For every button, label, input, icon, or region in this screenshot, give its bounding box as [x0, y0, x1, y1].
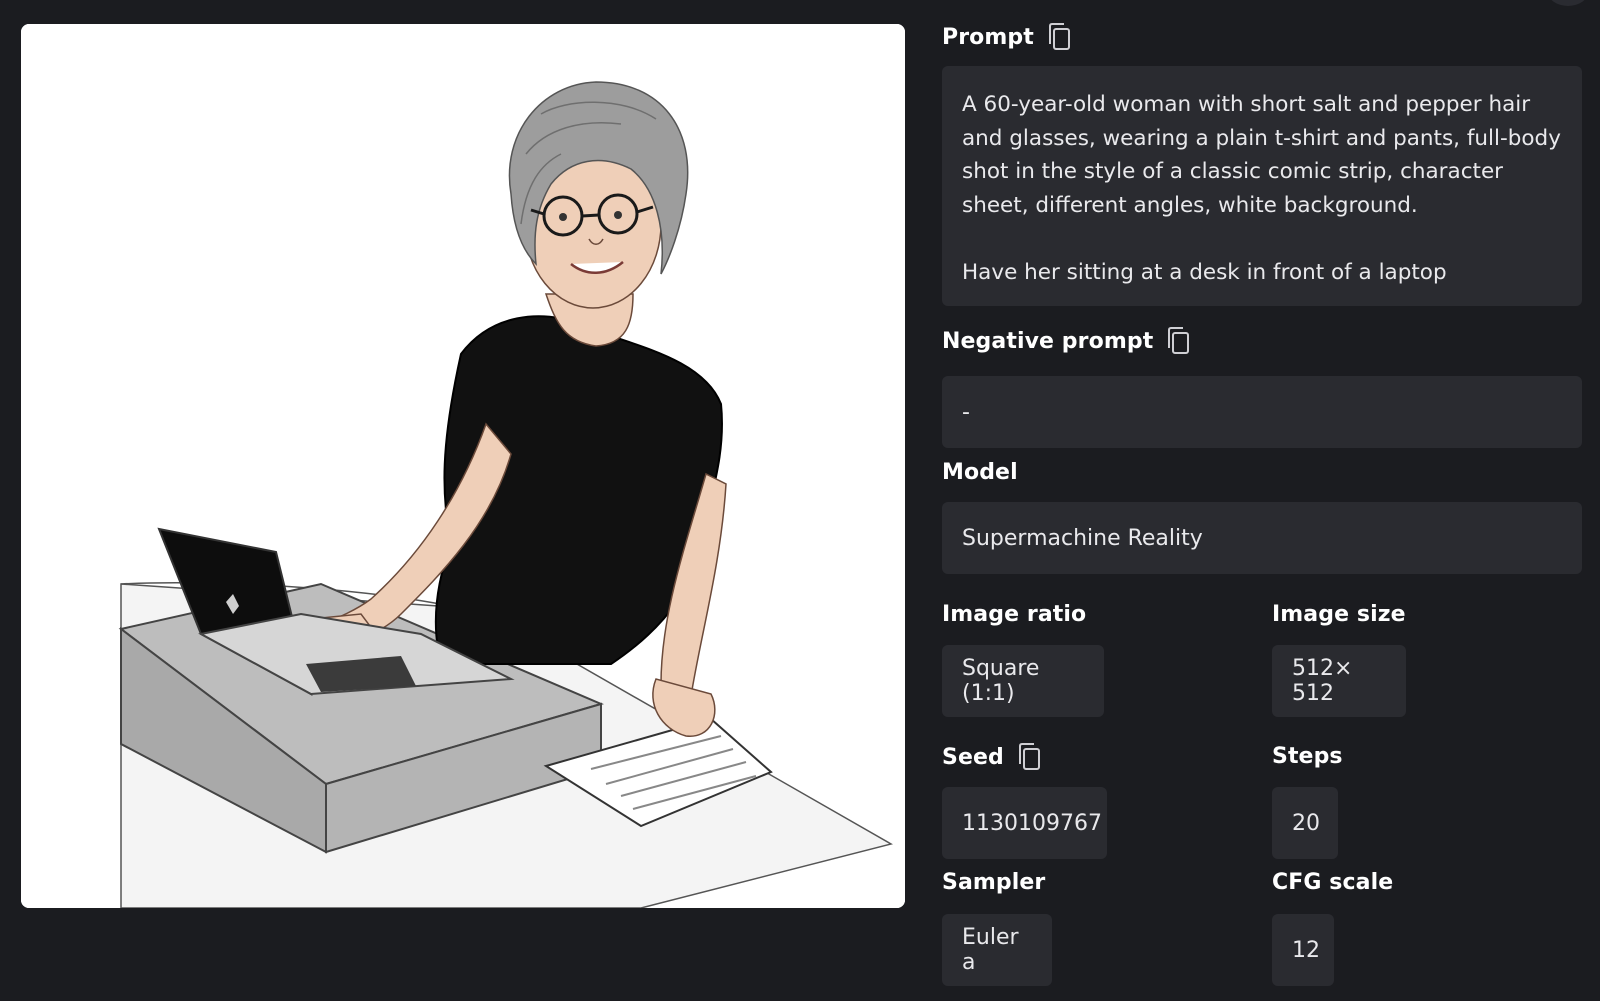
- prompt-label: Prompt: [942, 24, 1034, 50]
- steps-label: Steps: [1272, 744, 1343, 769]
- corner-avatar[interactable]: [1548, 0, 1588, 6]
- model-label: Model: [942, 460, 1018, 485]
- steps-box: 20: [1272, 787, 1338, 859]
- model-box: Supermachine Reality: [942, 502, 1582, 574]
- image-size-value: 512× 512: [1292, 656, 1353, 706]
- prompt-header: Prompt: [942, 22, 1072, 52]
- sampler-box: Euler a: [942, 914, 1052, 986]
- image-ratio-value: Square (1:1): [962, 656, 1040, 706]
- prompt-box: A 60-year-old woman with short salt and …: [942, 66, 1582, 306]
- copy-icon[interactable]: [1016, 742, 1042, 772]
- prompt-paragraph-2: Have her sitting at a desk in front of a…: [962, 259, 1447, 285]
- image-ratio-header: Image ratio: [942, 602, 1086, 627]
- steps-value: 20: [1292, 810, 1320, 836]
- model-header: Model: [942, 460, 1018, 485]
- copy-icon[interactable]: [1165, 326, 1191, 356]
- steps-header: Steps: [1272, 744, 1343, 769]
- generated-image[interactable]: [21, 24, 905, 908]
- seed-label: Seed: [942, 744, 1004, 770]
- image-ratio-label: Image ratio: [942, 602, 1087, 627]
- seed-value: 1130109767: [962, 810, 1102, 836]
- image-size-box: 512× 512: [1272, 645, 1406, 717]
- image-size-label: Image size: [1272, 602, 1406, 627]
- sampler-label: Sampler: [942, 870, 1046, 895]
- seed-header: Seed: [942, 742, 1042, 772]
- prompt-paragraph-1: A 60-year-old woman with short salt and …: [962, 92, 1561, 218]
- seed-box: 1130109767: [942, 787, 1107, 859]
- generated-image-illustration: [21, 24, 905, 908]
- sampler-header: Sampler: [942, 870, 1045, 895]
- negative-prompt-box: -: [942, 376, 1582, 448]
- cfg-scale-label: CFG scale: [1272, 870, 1394, 895]
- cfg-scale-box: 12: [1272, 914, 1334, 986]
- sampler-value: Euler a: [962, 925, 1019, 975]
- negative-prompt-value: -: [962, 399, 970, 425]
- negative-prompt-label: Negative prompt: [942, 328, 1154, 354]
- model-value: Supermachine Reality: [962, 525, 1203, 551]
- image-size-header: Image size: [1272, 602, 1406, 627]
- image-ratio-box: Square (1:1): [942, 645, 1104, 717]
- copy-icon[interactable]: [1046, 22, 1072, 52]
- cfg-scale-header: CFG scale: [1272, 870, 1393, 895]
- cfg-scale-value: 12: [1292, 937, 1320, 963]
- negative-prompt-header: Negative prompt: [942, 326, 1191, 356]
